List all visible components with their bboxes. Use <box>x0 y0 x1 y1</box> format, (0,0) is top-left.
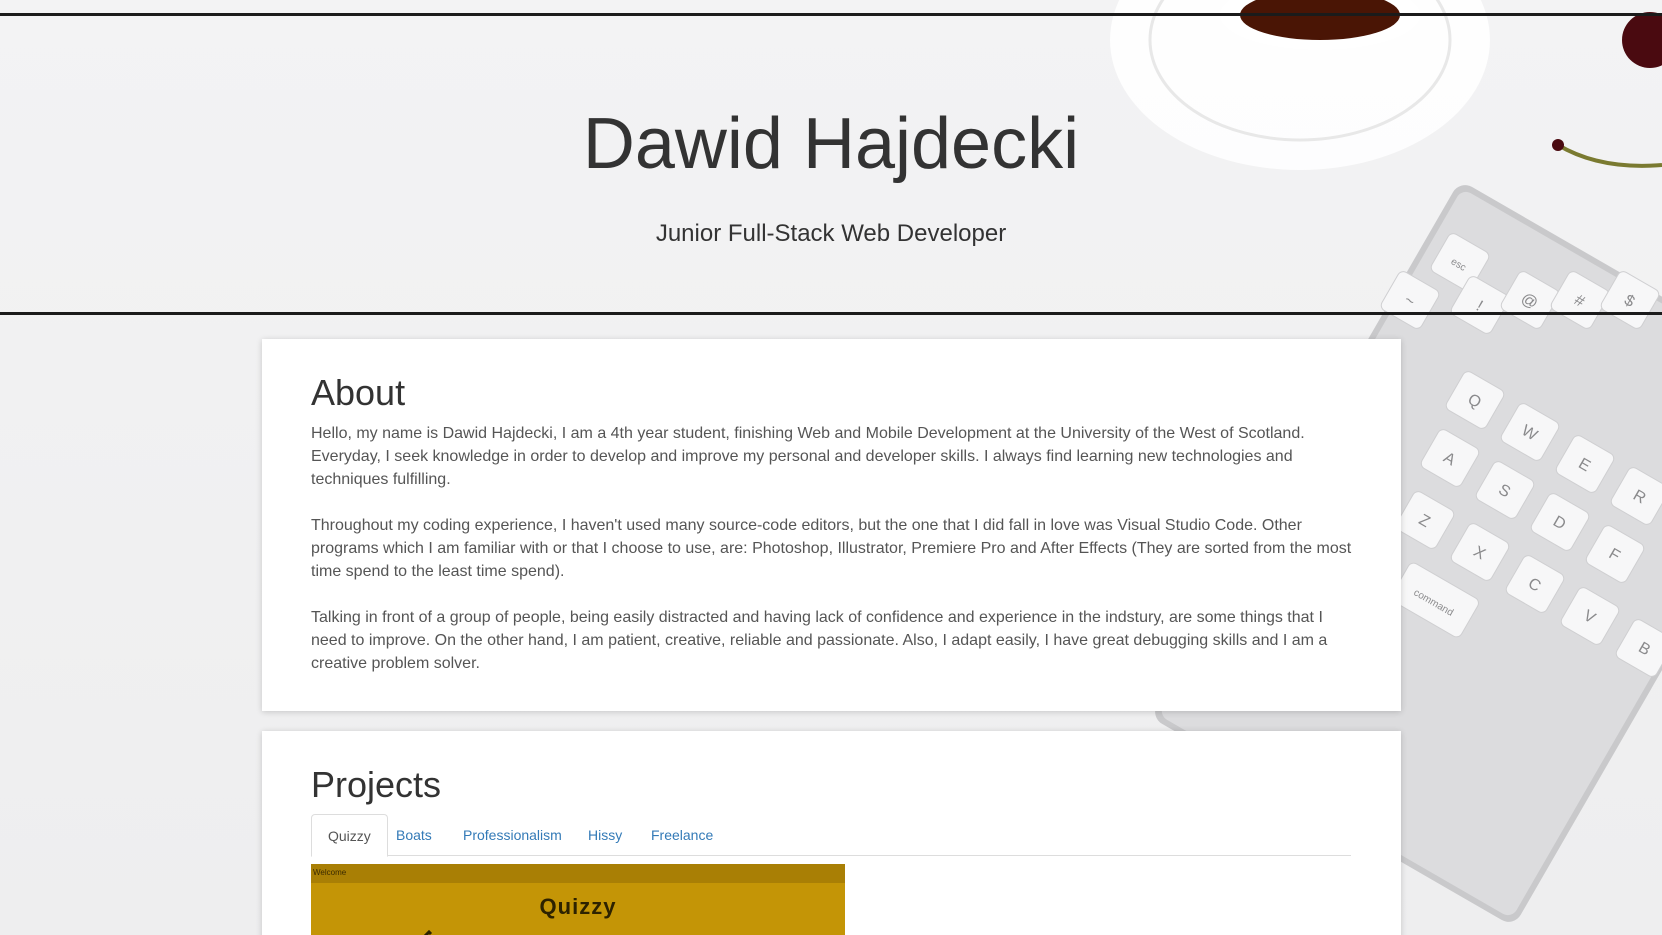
hero-header: Dawid Hajdecki Junior Full-Stack Web Dev… <box>0 13 1662 315</box>
keyboard-key-label: A <box>1440 449 1458 469</box>
keyboard-key: S <box>1475 461 1535 519</box>
keyboard-key-label: R <box>1630 487 1649 508</box>
keyboard-key: D <box>1530 493 1590 551</box>
preview-topbar: Welcome <box>311 864 845 883</box>
tab-quizzy[interactable]: Quizzy <box>311 814 388 857</box>
keyboard-key-label: command <box>1411 587 1455 618</box>
keyboard-key: Q <box>1445 371 1505 429</box>
keyboard-key: E <box>1555 435 1615 493</box>
keyboard-key-label: B <box>1635 639 1653 659</box>
preview-topbar-label: Welcome <box>313 868 347 877</box>
keyboard-key: B <box>1615 619 1662 677</box>
keyboard-key: C <box>1505 555 1565 613</box>
keyboard-key-label: F <box>1606 545 1623 565</box>
about-card: About Hello, my name is Dawid Hajdecki, … <box>262 339 1401 711</box>
projects-card: Projects Quizzy Boats Professionalism Hi… <box>262 731 1401 935</box>
keyboard-key: Z <box>1395 491 1455 549</box>
tab-professionalism[interactable]: Professionalism <box>447 814 578 856</box>
keyboard-key: V <box>1560 587 1620 645</box>
tab-boats[interactable]: Boats <box>380 814 448 856</box>
about-paragraph: Throughout my coding experience, I haven… <box>311 517 1352 580</box>
keyboard-key: F <box>1585 525 1645 583</box>
keyboard-key-label: V <box>1580 607 1598 627</box>
keyboard-key-label: E <box>1575 455 1593 475</box>
preview-title: Quizzy <box>539 894 617 919</box>
keyboard-key-label: W <box>1518 422 1540 445</box>
page-title: Dawid Hajdecki <box>582 104 1080 184</box>
preview-logo-icon <box>423 929 433 935</box>
keyboard-key-label: C <box>1525 575 1544 596</box>
keyboard-key-label: Q <box>1465 391 1484 412</box>
keyboard-key-label: D <box>1550 513 1569 534</box>
keyboard-key-label: Z <box>1416 511 1433 531</box>
about-paragraph: Hello, my name is Dawid Hajdecki, I am a… <box>311 425 1305 488</box>
tab-freelance[interactable]: Freelance <box>635 814 729 856</box>
about-body: Hello, my name is Dawid Hajdecki, I am a… <box>311 422 1356 698</box>
about-paragraph: Talking in front of a group of people, b… <box>311 609 1328 672</box>
keyboard-key: command <box>1391 562 1479 638</box>
projects-tabs: Quizzy Boats Professionalism Hissy Freel… <box>311 814 1351 857</box>
page-subtitle: Junior Full-Stack Web Developer <box>655 220 1007 247</box>
keyboard-key: A <box>1420 429 1480 487</box>
page: esc ~! @ # $ Q W E R A S D F Z X C V Bcommand Dawid Hajde… <box>0 0 1662 935</box>
keyboard-key-label: S <box>1495 481 1513 501</box>
keyboard-key: W <box>1500 403 1560 461</box>
keyboard-key: X <box>1450 523 1510 581</box>
project-preview-image[interactable]: Welcome Quizzy <box>311 864 845 935</box>
about-heading: About <box>311 372 406 413</box>
keyboard-key-label: X <box>1470 543 1488 563</box>
keyboard-key: R <box>1610 467 1662 525</box>
projects-heading: Projects <box>311 764 442 805</box>
tab-hissy[interactable]: Hissy <box>572 814 638 856</box>
